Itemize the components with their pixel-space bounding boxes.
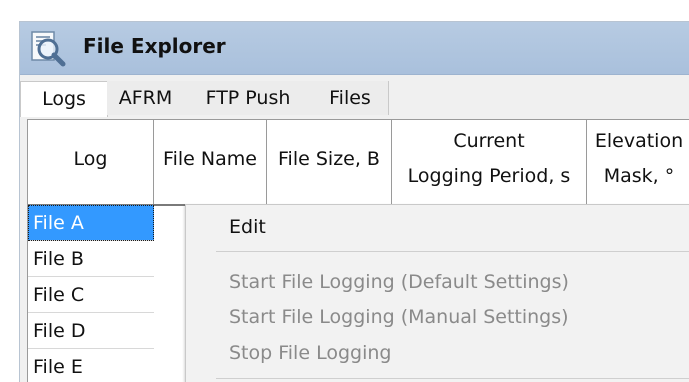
column-header-file-name[interactable]: File Name — [154, 120, 267, 204]
table-cell-file-name[interactable] — [154, 205, 188, 241]
context-menu: Edit Start File Logging (Default Setting… — [185, 204, 689, 382]
table-row-file-e[interactable]: File E — [28, 349, 154, 382]
menu-separator — [216, 378, 689, 379]
table-row-file-d[interactable]: File D — [28, 313, 154, 349]
table-cell-file-name[interactable] — [154, 277, 188, 313]
menu-item-stop-logging[interactable]: Stop File Logging — [186, 336, 689, 370]
column-header-file-size[interactable]: File Size, B — [267, 120, 392, 204]
table-row-file-c[interactable]: File C — [28, 277, 154, 313]
window-title: File Explorer — [83, 34, 226, 58]
column-header-log[interactable]: Log — [28, 120, 154, 204]
magnifier-document-icon — [28, 28, 68, 68]
table-row-file-a[interactable]: File A — [28, 205, 154, 241]
table-cell-file-name[interactable] — [154, 241, 188, 277]
tab-logs[interactable]: Logs — [20, 81, 108, 117]
column-header-elevation-mask[interactable]: Elevation Mask, ° — [587, 120, 689, 204]
menu-separator — [216, 251, 689, 252]
tab-ftp-push[interactable]: FTP Push — [184, 81, 313, 115]
column-header-current-logging-period[interactable]: Current Logging Period, s — [392, 120, 587, 204]
title-bar: File Explorer — [20, 22, 689, 75]
tab-afrm[interactable]: AFRM — [107, 81, 185, 115]
menu-item-edit[interactable]: Edit — [186, 210, 689, 244]
table-cell-file-name[interactable] — [154, 349, 188, 382]
table-cell-file-name[interactable] — [154, 313, 188, 349]
menu-item-start-logging-manual[interactable]: Start File Logging (Manual Settings) — [186, 300, 689, 334]
tab-files[interactable]: Files — [312, 81, 389, 115]
table-header: Log File Name File Size, B Current Loggi… — [28, 119, 689, 206]
table-row-file-b[interactable]: File B — [28, 241, 154, 277]
menu-item-start-logging-default[interactable]: Start File Logging (Default Settings) — [186, 265, 689, 299]
